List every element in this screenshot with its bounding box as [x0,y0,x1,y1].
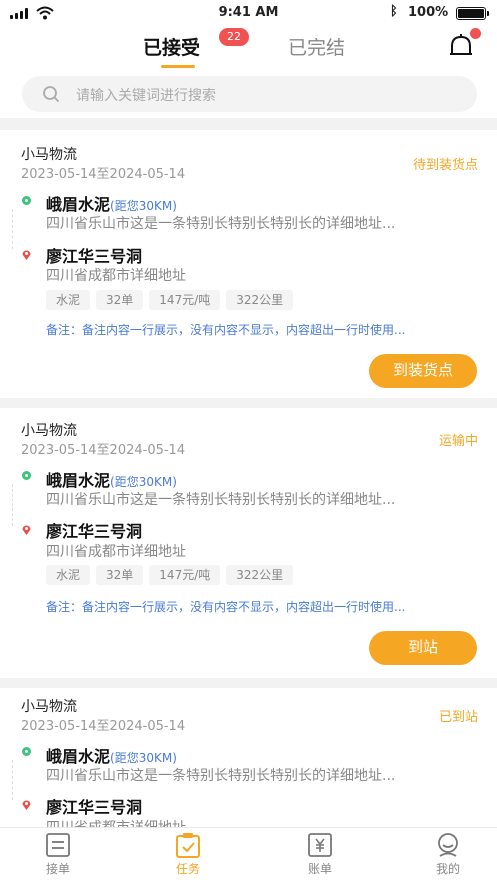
tabbar-item-bills[interactable]: 账单 [290,832,350,877]
origin-name: 峨眉水泥(距您30KM) [46,467,177,491]
tabbar-label: 任务 [175,862,200,876]
origin-name: 峨眉水泥(距您30KM) [46,743,177,767]
arrive-station-button[interactable]: 到站 [369,631,477,665]
clipboard-check-icon [176,833,200,858]
distance-tag: 322公里 [226,565,294,585]
search-bar: 请输入关键词进行搜索 [0,70,497,118]
search-icon [43,86,60,103]
bottom-tab-bar: 接单 任务 账单 我的 [0,827,497,883]
destination-pin-icon [22,800,31,810]
screen: 9:41 AM ᛒ 100% 已接受 22 已完结 请输入关键词进行搜索 小马物… [0,0,497,883]
route-line [12,760,13,800]
order-tags: 水泥 32单 147元/吨 322公里 [46,290,294,310]
battery-icon [456,7,489,20]
route-line [12,209,13,249]
bluetooth-icon: ᛒ [390,4,398,19]
origin-distance: (距您30KM) [110,199,177,213]
destination-pin-icon [22,525,31,535]
arrive-loading-point-button[interactable]: 到装货点 [369,354,477,388]
list-icon [46,833,70,857]
order-status: 已到站 [438,710,478,725]
tabbar-item-orders[interactable]: 接单 [28,832,88,877]
price-tag: 147元/吨 [149,565,221,585]
notification-dot [470,28,481,39]
origin-dot-icon [22,471,31,480]
accepted-count-badge: 22 [219,28,249,46]
order-status: 运输中 [438,434,478,449]
yuan-bill-icon [308,833,332,857]
company-name: 小马物流 [21,423,77,439]
distance-tag: 322公里 [226,290,294,310]
destination-address: 四川省成都市详细地址 [46,268,186,284]
cargo-tag: 水泥 [46,290,91,310]
origin-name: 峨眉水泥(距您30KM) [46,191,177,215]
search-input[interactable]: 请输入关键词进行搜索 [22,76,477,112]
date-range: 2023-05-14至2024-05-14 [21,167,186,182]
battery-percent: 100% [408,5,449,20]
order-card[interactable]: 小马物流 2023-05-14至2024-05-14 已到站 峨眉水泥(距您30… [0,688,497,838]
destination-pin-icon [22,250,31,260]
order-card[interactable]: 小马物流 2023-05-14至2024-05-14 运输中 峨眉水泥(距您30… [0,408,497,678]
tabbar-label: 账单 [307,862,332,876]
tab-completed[interactable]: 已完结 [288,33,345,60]
origin-address: 四川省乐山市这是一条特别长特别长特别长的详细地址... [46,768,396,784]
profile-icon [438,833,458,857]
order-note: 备注：备注内容一行展示，没有内容不显示，内容超出一行时使用... [46,600,406,614]
search-placeholder: 请输入关键词进行搜索 [76,88,216,104]
header: 已接受 22 已完结 [0,28,497,70]
order-card[interactable]: 小马物流 2023-05-14至2024-05-14 待到装货点 峨眉水泥(距您… [0,130,497,398]
count-tag: 32单 [96,290,144,310]
destination-name: 廖江华三号洞 [46,247,143,266]
date-range: 2023-05-14至2024-05-14 [21,719,186,734]
origin-address: 四川省乐山市这是一条特别长特别长特别长的详细地址... [46,216,396,232]
tab-accepted[interactable]: 已接受 [143,33,200,60]
price-tag: 147元/吨 [149,290,221,310]
origin-address: 四川省乐山市这是一条特别长特别长特别长的详细地址... [46,492,396,508]
origin-distance: (距您30KM) [110,475,177,489]
origin-distance: (距您30KM) [110,751,177,765]
status-bar: 9:41 AM ᛒ 100% [0,0,497,28]
origin-dot-icon [22,196,31,205]
tabbar-label: 我的 [435,862,460,876]
route-line [12,484,13,526]
company-name: 小马物流 [21,147,77,163]
tabbar-item-profile[interactable]: 我的 [418,832,478,877]
destination-name: 廖江华三号洞 [46,522,143,541]
origin-name-text: 峨眉水泥 [46,747,111,766]
active-tab-indicator [161,65,195,68]
tabbar-item-tasks[interactable]: 任务 [158,832,218,877]
date-range: 2023-05-14至2024-05-14 [21,443,186,458]
origin-name-text: 峨眉水泥 [46,195,111,214]
order-note: 备注：备注内容一行展示，没有内容不显示，内容超出一行时使用... [46,323,406,337]
tabbar-label: 接单 [45,862,70,876]
company-name: 小马物流 [21,699,77,715]
order-status: 待到装货点 [412,158,478,173]
origin-name-text: 峨眉水泥 [46,471,111,490]
count-tag: 32单 [96,565,144,585]
cargo-tag: 水泥 [46,565,91,585]
order-tags: 水泥 32单 147元/吨 322公里 [46,565,294,585]
destination-name: 廖江华三号洞 [46,798,143,817]
destination-address: 四川省成都市详细地址 [46,544,186,560]
origin-dot-icon [22,747,31,756]
